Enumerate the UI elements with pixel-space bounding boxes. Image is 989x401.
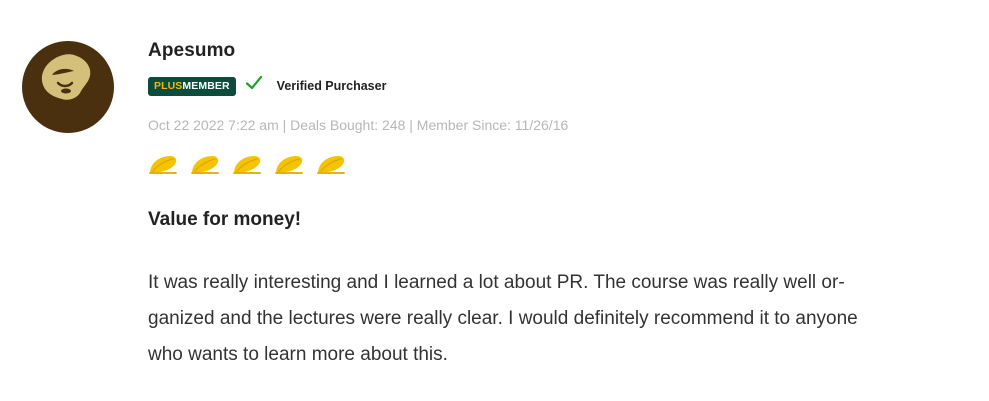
review-title: Value for money! xyxy=(148,209,302,230)
review-body-line: It was really interesting and I learned … xyxy=(148,272,845,293)
ape-head-avatar-icon xyxy=(22,41,114,133)
taco-rating-icon xyxy=(233,156,261,174)
avatar[interactable] xyxy=(22,41,114,133)
review-body-line: ganized and the lectures were really cle… xyxy=(148,308,858,329)
reviewer-name[interactable]: Apesumo xyxy=(148,40,235,62)
review-body-line: who wants to learn more about this. xyxy=(148,344,448,365)
taco-rating-icon xyxy=(149,156,177,174)
taco-rating-icon xyxy=(317,156,345,174)
member-label: MEMBER xyxy=(182,79,230,92)
check-icon xyxy=(245,74,263,92)
review-meta: Oct 22 2022 7:22 am | Deals Bought: 248 … xyxy=(148,117,569,133)
taco-rating-icon xyxy=(275,156,303,174)
star-rating xyxy=(148,153,346,175)
plus-label: PLUS xyxy=(154,79,183,92)
badge-row: PLUS MEMBER Verified Purchaser xyxy=(148,74,387,96)
plus-member-badge: PLUS MEMBER xyxy=(148,76,236,96)
verified-purchaser-label: Verified Purchaser xyxy=(276,79,387,93)
review-body: It was really interesting and I learned … xyxy=(148,265,958,373)
taco-rating-icon xyxy=(191,156,219,174)
